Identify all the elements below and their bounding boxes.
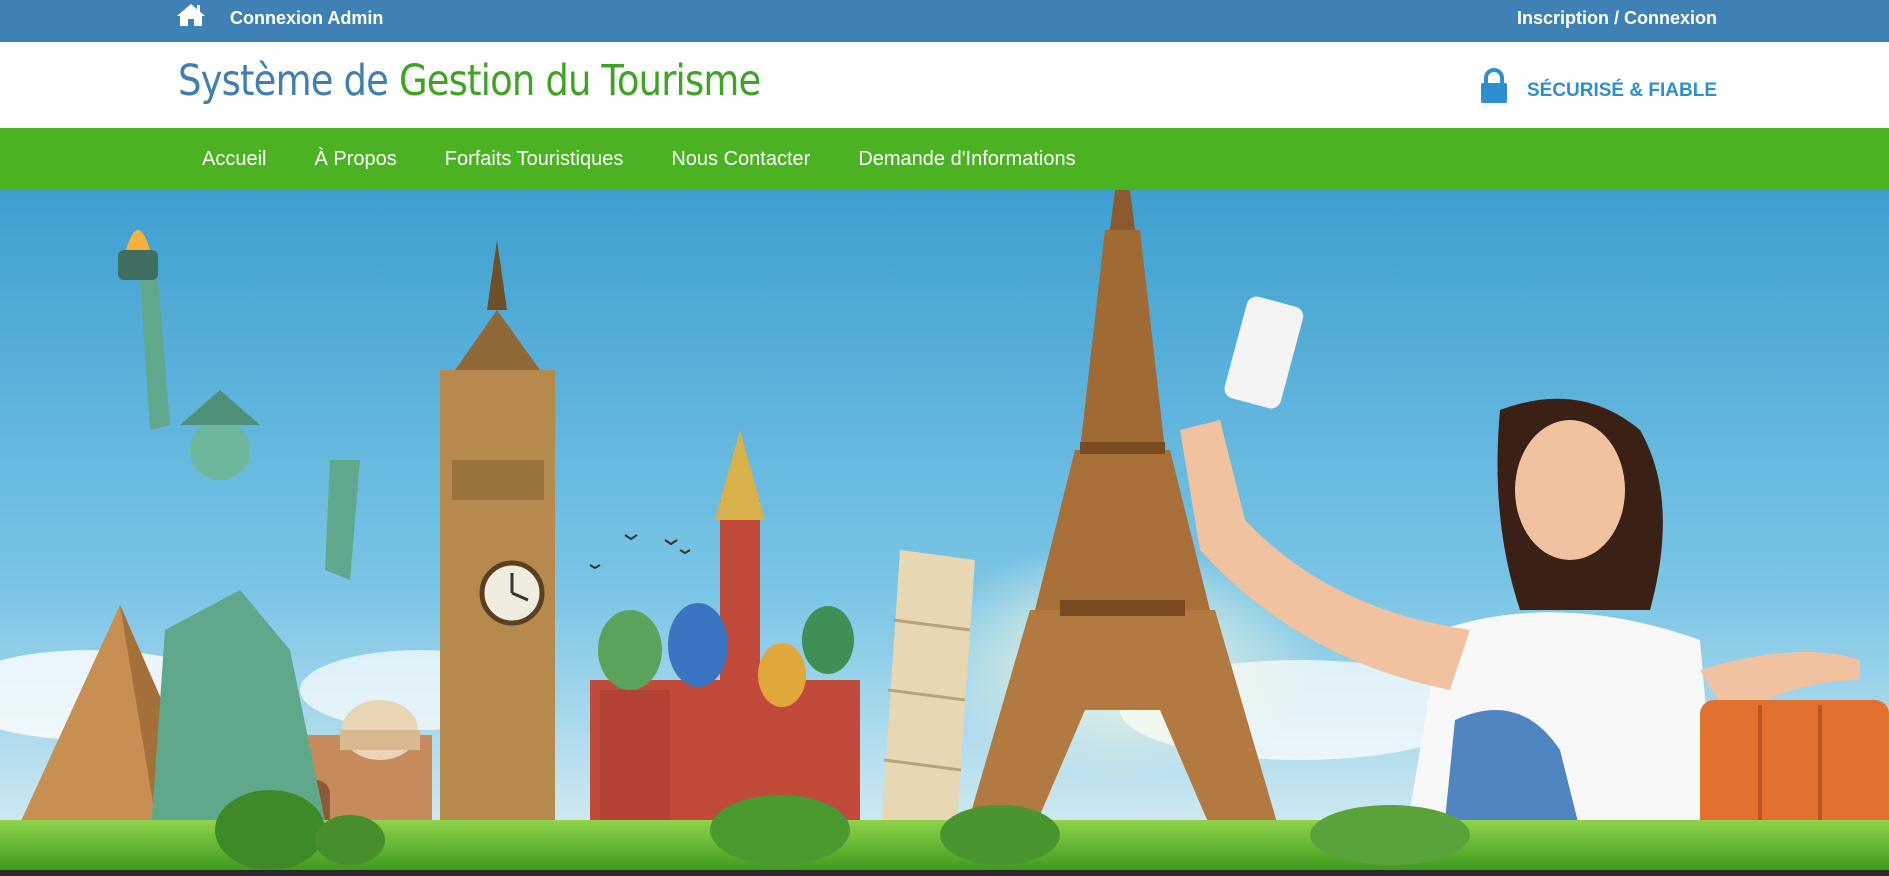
top-bar: Connexion Admin Inscription / Connexion — [0, 0, 1889, 42]
nav-item-enquiry[interactable]: Demande d'Informations — [834, 148, 1099, 171]
admin-login-link[interactable]: Connexion Admin — [230, 8, 383, 29]
register-login-link[interactable]: Inscription / Connexion — [1517, 8, 1717, 29]
secure-badge: SÉCURISÉ & FIABLE — [1479, 66, 1717, 106]
home-icon[interactable] — [176, 2, 206, 28]
site-title[interactable]: Système de Gestion du Tourisme — [178, 56, 761, 106]
secure-label: SÉCURISÉ & FIABLE — [1526, 80, 1717, 101]
hero-image — [0, 190, 1889, 870]
nav-item-contact[interactable]: Nous Contacter — [647, 148, 834, 171]
lock-icon — [1480, 68, 1507, 103]
main-nav: Accueil À Propos Forfaits Touristiques N… — [0, 128, 1889, 190]
nav-item-home[interactable]: Accueil — [178, 148, 290, 171]
site-title-part1: Système de — [178, 56, 389, 106]
site-title-part2: Gestion du Tourisme — [398, 56, 761, 106]
page-bottom-strip — [0, 870, 1889, 876]
nav-item-about[interactable]: À Propos — [290, 148, 420, 171]
nav-item-packages[interactable]: Forfaits Touristiques — [421, 148, 648, 171]
site-header: Système de Gestion du Tourisme SÉCURISÉ … — [0, 42, 1889, 128]
hero-banner — [0, 190, 1889, 870]
